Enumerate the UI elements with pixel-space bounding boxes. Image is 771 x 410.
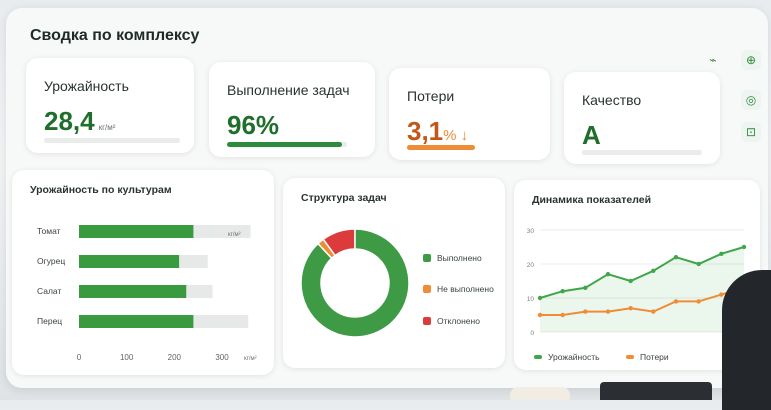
kpi-progress-fill bbox=[407, 145, 475, 150]
kpi-card-yield[interactable]: Урожайность 28,4 кг/м² bbox=[26, 58, 194, 153]
circle-icon[interactable]: ◎ bbox=[741, 90, 761, 110]
bar bbox=[79, 225, 194, 238]
page-title: Сводка по комплексу bbox=[30, 27, 200, 44]
y-tick-label: 30 bbox=[527, 228, 535, 235]
kpi-label: Выполнение задач bbox=[227, 82, 350, 98]
y-tick-label: 10 bbox=[527, 296, 535, 303]
data-point bbox=[583, 309, 588, 314]
x-tick-label: 100 bbox=[120, 353, 134, 362]
legend-label: Урожайность bbox=[548, 352, 600, 362]
category-label: Перец bbox=[37, 316, 62, 326]
data-point bbox=[628, 278, 633, 284]
kpi-value: 3,1% ↓ bbox=[407, 116, 468, 147]
slice-done bbox=[300, 228, 410, 338]
kpi-card-quality[interactable]: Качество A bbox=[564, 72, 720, 164]
data-point bbox=[651, 309, 656, 314]
kpi-unit: кг/м² bbox=[98, 123, 116, 132]
kpi-value-number: 3,1 bbox=[407, 116, 444, 146]
x-tick-label: 300 bbox=[215, 353, 229, 362]
data-point bbox=[673, 255, 679, 260]
legend-swatch bbox=[423, 285, 431, 293]
kpi-label: Урожайность bbox=[44, 78, 129, 94]
kpi-value-number: 28,4 bbox=[44, 106, 95, 136]
legend-item-losses: Потери bbox=[626, 352, 669, 362]
unit-label: кг/м² bbox=[228, 232, 241, 238]
kpi-progress-track bbox=[407, 145, 475, 150]
data-point bbox=[628, 306, 633, 311]
kpi-progress-track bbox=[44, 138, 180, 143]
kpi-value: 96% bbox=[227, 110, 280, 140]
x-tick-label: 200 bbox=[168, 353, 182, 362]
kpi-label: Качество bbox=[582, 92, 642, 108]
kpi-card-losses[interactable]: Потери 3,1% ↓ bbox=[389, 68, 550, 160]
data-point bbox=[741, 244, 747, 250]
category-label: Салат bbox=[37, 286, 61, 296]
legend-swatch bbox=[626, 355, 634, 359]
data-point bbox=[537, 295, 543, 301]
trend-icon[interactable]: ⌁ bbox=[703, 50, 723, 70]
bar bbox=[79, 315, 194, 328]
legend-item-yield: Урожайность bbox=[534, 352, 600, 362]
person-silhouette bbox=[722, 270, 771, 410]
x-tick-label: 0 bbox=[77, 353, 82, 362]
category-label: Томат bbox=[37, 226, 61, 236]
data-point bbox=[560, 312, 565, 318]
legend-item-rejected: Отклонено bbox=[423, 316, 480, 326]
data-point bbox=[696, 261, 701, 267]
legend-label: Не выполнено bbox=[437, 284, 494, 294]
data-point bbox=[605, 272, 611, 277]
plus-icon[interactable]: ⊕ bbox=[741, 50, 761, 70]
legend-item-done: Выполнено bbox=[423, 253, 482, 263]
data-point bbox=[651, 268, 656, 273]
coffee-mug bbox=[510, 387, 570, 400]
data-point bbox=[537, 312, 543, 318]
legend-label: Потери bbox=[640, 352, 669, 362]
legend-swatch bbox=[423, 254, 431, 262]
data-point bbox=[719, 251, 724, 256]
yield-chart-card: Урожайность по культурам Томат Огурец Сала… bbox=[12, 170, 274, 375]
tasks-donut-chart bbox=[300, 228, 410, 338]
data-point bbox=[560, 289, 565, 294]
data-point bbox=[583, 285, 588, 290]
trend-down-icon: % ↓ bbox=[443, 127, 469, 144]
laptop bbox=[600, 382, 712, 400]
data-point bbox=[696, 299, 701, 304]
legend-item-not-done: Не выполнено bbox=[423, 284, 494, 294]
yield-bar-chart: Томат Огурец Салат Перец кг/м² 0 100 200 300 кг/м… bbox=[37, 225, 257, 362]
kpi-card-tasks[interactable]: Выполнение задач 96% bbox=[209, 62, 375, 157]
kpi-label: Потери bbox=[407, 88, 455, 104]
legend-label: Отклонено bbox=[437, 316, 480, 326]
data-point bbox=[605, 309, 611, 314]
kpi-progress-fill bbox=[227, 142, 343, 147]
bar bbox=[79, 255, 180, 268]
legend-label: Выполнено bbox=[437, 253, 482, 263]
y-tick-label: 0 bbox=[530, 330, 534, 337]
legend-swatch bbox=[423, 317, 431, 325]
bar bbox=[79, 285, 187, 298]
kpi-value: A bbox=[582, 120, 601, 150]
kpi-progress-track bbox=[582, 150, 702, 155]
lock-icon[interactable]: ⊡ bbox=[741, 122, 761, 142]
legend-swatch bbox=[534, 355, 542, 359]
y-tick-label: 20 bbox=[527, 262, 535, 269]
tasks-chart-card: Структура задач Выполнено Не выполнено О… bbox=[283, 178, 505, 368]
data-point bbox=[719, 292, 724, 297]
kpi-value: 28,4 кг/м² bbox=[44, 106, 115, 137]
x-unit-label: кг/м² bbox=[244, 356, 257, 362]
kpi-progress-track bbox=[227, 142, 347, 147]
data-point bbox=[673, 299, 679, 304]
category-label: Огурец bbox=[37, 256, 65, 266]
